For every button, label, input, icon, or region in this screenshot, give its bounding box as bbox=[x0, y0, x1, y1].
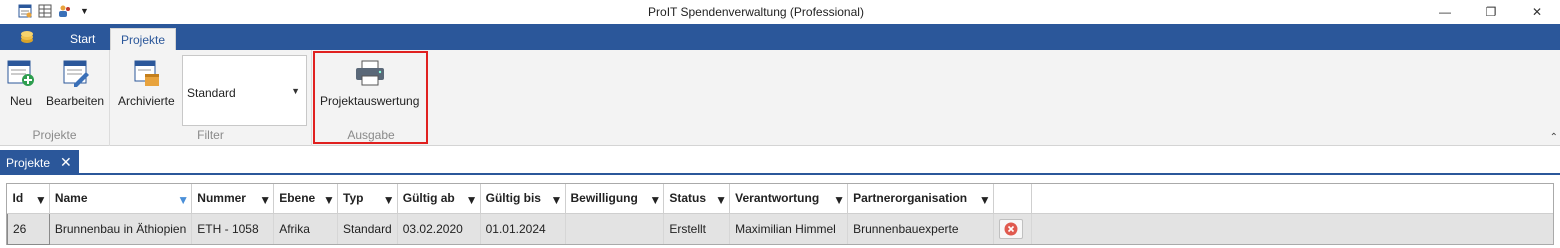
archive-icon bbox=[134, 60, 160, 86]
neu-button[interactable]: Neu bbox=[6, 58, 36, 108]
tab-projekte[interactable]: Projekte bbox=[110, 28, 177, 50]
close-icon[interactable]: ✕ bbox=[60, 154, 72, 171]
group-projekte: Neu Bearbeiten Projekte bbox=[0, 50, 110, 146]
window-title: ProIT Spendenverwaltung (Professional) bbox=[648, 5, 864, 19]
coins-icon bbox=[21, 31, 33, 43]
cell-verantwortung[interactable]: Maximilian Himmel bbox=[729, 213, 849, 244]
window-controls: — ❐ ✕ bbox=[1422, 0, 1560, 24]
filter-icon[interactable]: ▼ bbox=[649, 193, 661, 207]
filter-icon[interactable]: ▼ bbox=[35, 193, 47, 207]
column-header-bewilligung[interactable]: Bewilligung ▼ bbox=[565, 184, 665, 214]
highlight-frame bbox=[313, 51, 428, 144]
cell-name[interactable]: Brunnenbau in Äthiopien bbox=[49, 213, 193, 244]
cell-nummer[interactable]: ETH - 1058 bbox=[191, 213, 275, 244]
bearbeiten-label: Bearbeiten bbox=[46, 94, 105, 108]
filter-icon[interactable]: ▼ bbox=[833, 193, 845, 207]
column-header-ebene[interactable]: Ebene ▼ bbox=[273, 184, 339, 214]
projects-table: Id ▼ Name ▼ Nummer ▼ Ebene ▼ Typ ▼ Gültig ab ▼… bbox=[7, 184, 1553, 245]
cell-actions bbox=[993, 213, 1032, 244]
tab-start[interactable]: Start bbox=[60, 28, 105, 50]
group-label-filter: Filter bbox=[197, 128, 224, 142]
column-header-typ[interactable]: Typ ▼ bbox=[337, 184, 398, 214]
column-header-filler bbox=[1031, 184, 1553, 214]
column-header-verantwortung[interactable]: Verantwortung ▼ bbox=[729, 184, 849, 214]
document-tab-strip: Projekte ✕ bbox=[0, 147, 1560, 175]
cell-filler bbox=[1031, 213, 1553, 244]
title-bar: ▼ ProIT Spendenverwaltung (Professional)… bbox=[0, 0, 1560, 24]
ribbon-tab-bar: Start Projekte bbox=[0, 24, 1560, 50]
filter-icon[interactable]: ▼ bbox=[383, 193, 395, 207]
cell-partnerorganisation[interactable]: Brunnenbauexperte bbox=[847, 213, 994, 244]
column-header-nummer[interactable]: Nummer ▼ bbox=[191, 184, 275, 214]
restore-button[interactable]: ❐ bbox=[1468, 0, 1514, 24]
chevron-down-icon[interactable]: ▼ bbox=[291, 86, 300, 96]
column-header-partnerorganisation[interactable]: Partnerorganisation ▼ bbox=[847, 184, 994, 214]
archivierte-button[interactable]: Archivierte bbox=[118, 58, 175, 108]
column-header-gueltig-bis[interactable]: Gültig bis ▼ bbox=[480, 184, 566, 214]
table-row[interactable]: 26 Brunnenbau in Äthiopien ETH - 1058 Af… bbox=[7, 212, 1553, 245]
delete-icon bbox=[1004, 222, 1018, 236]
filter-combobox-value: Standard bbox=[187, 86, 236, 100]
edit-icon bbox=[63, 60, 90, 87]
filter-icon[interactable]: ▼ bbox=[323, 193, 335, 207]
collapse-ribbon-icon[interactable]: ⌃ bbox=[1550, 132, 1558, 143]
group-label-projekte: Projekte bbox=[32, 128, 77, 142]
column-header-actions bbox=[993, 184, 1032, 214]
filter-icon[interactable]: ▼ bbox=[466, 193, 478, 207]
filter-combobox[interactable]: Standard ▼ bbox=[182, 55, 307, 126]
projects-grid: Id ▼ Name ▼ Nummer ▼ Ebene ▼ Typ ▼ Gültig ab ▼… bbox=[6, 183, 1554, 245]
column-header-status[interactable]: Status ▼ bbox=[663, 184, 731, 214]
column-header-name[interactable]: Name ▼ bbox=[49, 184, 193, 214]
ribbon: Neu Bearbeiten Projekte Archivierte Filt… bbox=[0, 50, 1560, 146]
cell-gueltig-ab[interactable]: 03.02.2020 bbox=[397, 213, 481, 244]
minimize-button[interactable]: — bbox=[1422, 0, 1468, 24]
neu-label: Neu bbox=[9, 94, 32, 108]
cell-status[interactable]: Erstellt bbox=[663, 213, 731, 244]
cell-ebene[interactable]: Afrika bbox=[273, 213, 339, 244]
filter-icon[interactable]: ▼ bbox=[551, 193, 563, 207]
filter-icon[interactable]: ▼ bbox=[979, 193, 991, 207]
new-icon bbox=[7, 60, 34, 86]
cell-id[interactable]: 26 bbox=[7, 212, 50, 245]
cell-bewilligung[interactable] bbox=[565, 213, 665, 244]
filter-icon[interactable]: ▼ bbox=[715, 193, 727, 207]
column-header-gueltig-ab[interactable]: Gültig ab ▼ bbox=[397, 184, 481, 214]
cell-gueltig-bis[interactable]: 01.01.2024 bbox=[480, 213, 566, 244]
bearbeiten-button[interactable]: Bearbeiten bbox=[46, 58, 104, 108]
delete-row-button[interactable] bbox=[998, 218, 1023, 239]
column-header-id[interactable]: Id ▼ bbox=[7, 184, 50, 214]
close-button[interactable]: ✕ bbox=[1514, 0, 1560, 24]
cell-typ[interactable]: Standard bbox=[337, 213, 398, 244]
app-menu-button[interactable] bbox=[12, 28, 42, 46]
doc-tab-label: Projekte bbox=[6, 155, 51, 170]
filter-icon[interactable]: ▼ bbox=[259, 193, 271, 207]
filter-active-icon[interactable]: ▼ bbox=[177, 193, 189, 207]
header-row: Id ▼ Name ▼ Nummer ▼ Ebene ▼ Typ ▼ Gültig ab ▼… bbox=[7, 184, 1553, 214]
doc-tab-projekte[interactable]: Projekte ✕ bbox=[0, 150, 79, 175]
archivierte-label: Archivierte bbox=[118, 94, 175, 108]
